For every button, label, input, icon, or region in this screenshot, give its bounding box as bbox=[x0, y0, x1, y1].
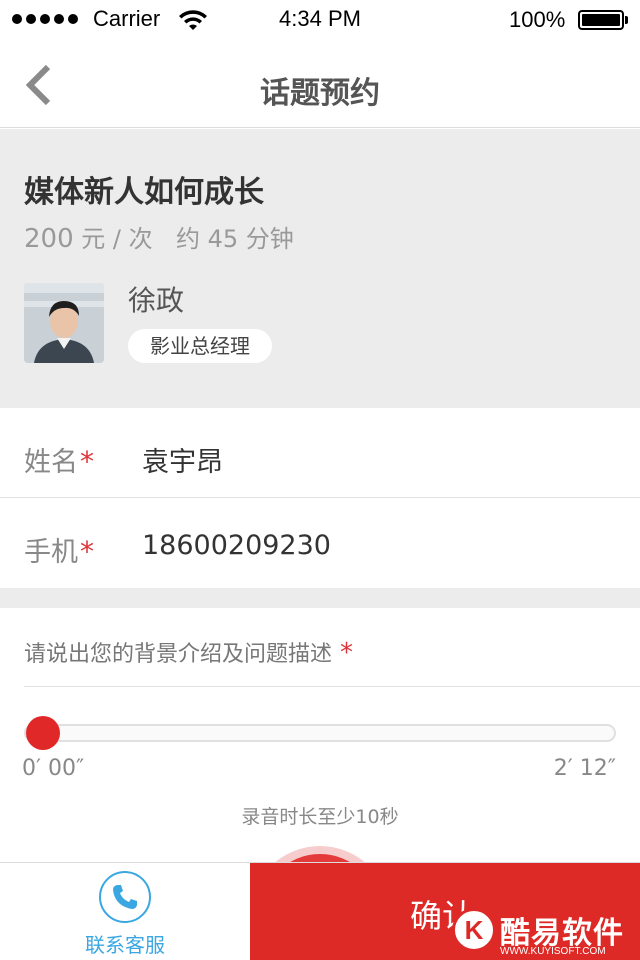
audio-progress-track[interactable] bbox=[24, 724, 616, 742]
name-row: 姓名* 袁宇昂 bbox=[0, 408, 640, 498]
contact-service-label: 联系客服 bbox=[85, 933, 165, 957]
nav-bar: 话题预约 bbox=[0, 40, 640, 128]
required-mark: * bbox=[340, 638, 354, 668]
phone-row: 手机* 18600209230 bbox=[0, 498, 640, 588]
status-bar: Carrier 4:34 PM 100% bbox=[0, 0, 640, 40]
watermark-url: WWW.KUYISOFT.COM bbox=[500, 946, 606, 957]
contact-service-button[interactable]: 联系客服 bbox=[0, 863, 250, 960]
name-label: 姓名* bbox=[24, 445, 94, 478]
divider bbox=[24, 686, 640, 687]
audio-progress-thumb[interactable] bbox=[26, 716, 60, 750]
expert-position-badge: 影业总经理 bbox=[128, 329, 272, 363]
battery-percent: 100% bbox=[509, 7, 566, 32]
expert-name: 徐政 bbox=[128, 284, 185, 317]
topic-duration: 约 45 分钟 bbox=[176, 225, 294, 253]
recording-hint: 录音时长至少10秒 bbox=[241, 806, 399, 828]
avatar bbox=[24, 283, 104, 363]
section-divider bbox=[0, 588, 640, 608]
topic-title: 媒体新人如何成长 bbox=[24, 175, 264, 210]
watermark: K 酷易软件园 WWW.KUYISOFT.COM bbox=[452, 904, 640, 960]
required-mark: * bbox=[80, 535, 94, 568]
phone-icon bbox=[99, 871, 151, 923]
recording-prompt: 请说出您的背景介绍及问题描述 * bbox=[24, 638, 354, 668]
watermark-logo: K bbox=[452, 908, 496, 952]
booking-form: 姓名* 袁宇昂 手机* 18600209230 bbox=[0, 408, 640, 588]
battery-icon bbox=[578, 10, 624, 30]
end-time: 2′ 12″ bbox=[553, 756, 616, 781]
start-time: 0′ 00″ bbox=[22, 756, 85, 781]
phone-field[interactable]: 18600209230 bbox=[142, 530, 331, 561]
price-amount: 200 bbox=[24, 224, 74, 254]
page-title: 话题预约 bbox=[260, 76, 380, 111]
phone-label: 手机* bbox=[24, 535, 94, 568]
required-mark: * bbox=[80, 445, 94, 478]
topic-price: 200 元 / 次 bbox=[24, 219, 153, 254]
price-unit: 元 / 次 bbox=[81, 225, 153, 253]
battery-tip bbox=[625, 16, 628, 24]
topic-card: 媒体新人如何成长 200 元 / 次 约 45 分钟 徐政 影业总经理 bbox=[0, 129, 640, 408]
recording-section: 请说出您的背景介绍及问题描述 * 0′ 00″ 2′ 12″ 录音时长至少10秒 bbox=[0, 608, 640, 960]
name-field[interactable]: 袁宇昂 bbox=[142, 440, 223, 479]
